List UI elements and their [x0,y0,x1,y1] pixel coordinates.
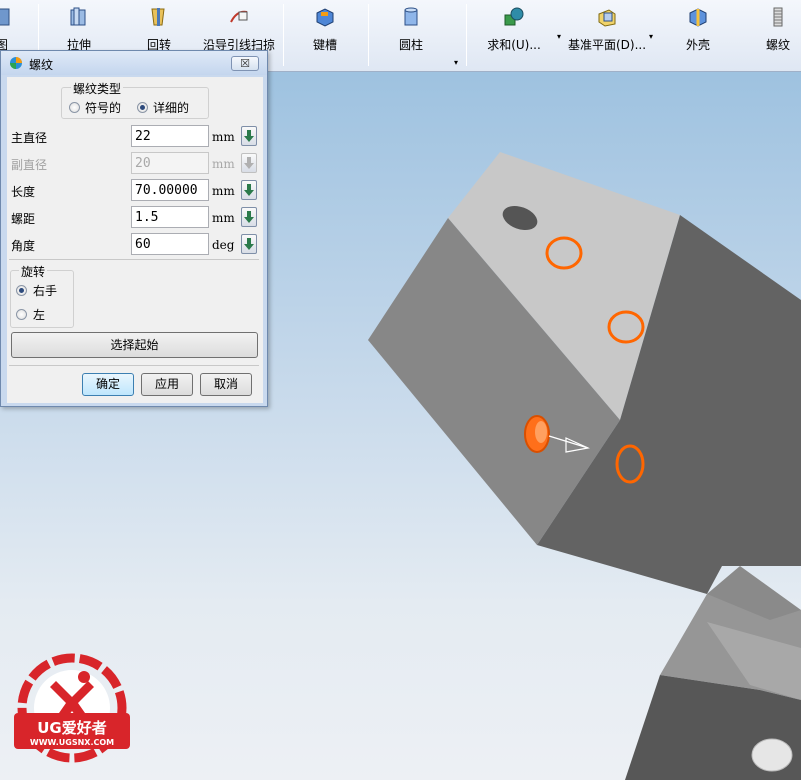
revolve-icon [151,8,165,26]
logo-url-text: WWW.UGSNX.COM [30,738,114,747]
selected-face-inner [535,421,547,443]
down-arrow-icon [244,211,254,223]
toolbar-separator [466,4,467,66]
dialog-body: 螺纹类型 符号的 详细的 主直径 22 mm 副直径 20 mm 长度 70.0… [7,77,263,403]
toolbar-datum-plane-button[interactable]: 基准平面(D)... [567,4,647,66]
major-diameter-options-button[interactable] [241,126,257,146]
cylinder-icon [404,7,418,26]
angle-label: 角度 [11,239,36,253]
down-arrow-icon [244,130,254,142]
apply-button[interactable]: 应用 [141,373,193,396]
divider [9,259,259,260]
toolbar-slot-button[interactable]: 键槽 [302,4,348,66]
logo-head [78,671,90,683]
divider [9,365,259,366]
radio-left-hand[interactable] [16,309,27,320]
nx-app-icon [10,57,22,69]
pitch-input[interactable]: 1.5 [131,206,209,228]
down-arrow-icon [244,238,254,250]
pitch-label: 螺距 [11,212,36,226]
slot-icon [316,8,334,27]
toolbar-separator [283,4,284,66]
toolbar-unite-button[interactable]: 求和(U)... [484,4,544,66]
angle-unit: deg [212,238,235,252]
minor-diameter-options-button [241,153,257,173]
length-options-button[interactable] [241,180,257,200]
toolbar-shell-button[interactable]: 外壳 [676,4,720,66]
major-diameter-label: 主直径 [11,131,48,145]
ugsnx-logo: UG爱好者 WWW.UGSNX.COM [14,653,130,763]
sweep-along-guide-icon [230,10,248,23]
dialog-titlebar[interactable]: 螺纹 ☒ [1,51,267,75]
datum-plane-dropdown[interactable]: ▾ [649,32,653,41]
major-diameter-unit: mm [212,130,235,144]
close-icon: ☒ [240,57,250,70]
radio-left-hand-label[interactable]: 左 [33,306,45,323]
hole-lower [751,738,793,772]
minor-diameter-input: 20 [131,152,209,174]
shell-icon [689,8,707,27]
angle-options-button[interactable] [241,234,257,254]
thread-dialog: 螺纹 ☒ 螺纹类型 符号的 详细的 主直径 22 mm 副直径 20 mm 长度… [0,50,268,407]
length-input[interactable]: 70.00000 [131,179,209,201]
radio-detailed-label[interactable]: 详细的 [153,99,189,116]
down-arrow-icon [244,184,254,196]
unite-icon [504,7,524,26]
radio-right-hand-label[interactable]: 右手 [33,282,57,299]
major-diameter-input[interactable]: 22 [131,125,209,147]
feature-icon [0,8,10,26]
toolbar-cylinder-button[interactable]: 圆柱 [388,4,434,66]
thread-type-legend: 螺纹类型 [71,80,124,97]
down-arrow-icon [244,157,254,169]
angle-input[interactable]: 60 [131,233,209,255]
minor-diameter-label: 副直径 [11,158,48,172]
toolbar-separator [368,4,369,66]
rotation-legend: 旋转 [19,263,48,280]
datum-plane-icon [598,9,616,27]
ok-button[interactable]: 确定 [82,373,134,396]
radio-detailed[interactable] [137,102,148,113]
thread-icon [773,7,783,27]
radio-symbolic-label[interactable]: 符号的 [85,99,121,116]
select-start-button[interactable]: 选择起始 [11,332,258,358]
length-label: 长度 [11,185,36,199]
close-button[interactable]: ☒ [231,56,259,71]
radio-symbolic[interactable] [69,102,80,113]
toolbar-thread-button[interactable]: 螺纹 [756,4,800,66]
toolbar-more-dropdown[interactable]: ▾ [454,58,458,67]
pitch-options-button[interactable] [241,207,257,227]
radio-right-hand[interactable] [16,285,27,296]
length-unit: mm [212,184,235,198]
cancel-button[interactable]: 取消 [200,373,252,396]
unite-dropdown[interactable]: ▾ [557,32,561,41]
logo-brand-text: UG爱好者 [37,719,107,737]
pitch-unit: mm [212,211,235,225]
minor-diameter-unit: mm [212,157,235,171]
dialog-title: 螺纹 [29,58,54,72]
extrude-icon [70,7,86,26]
